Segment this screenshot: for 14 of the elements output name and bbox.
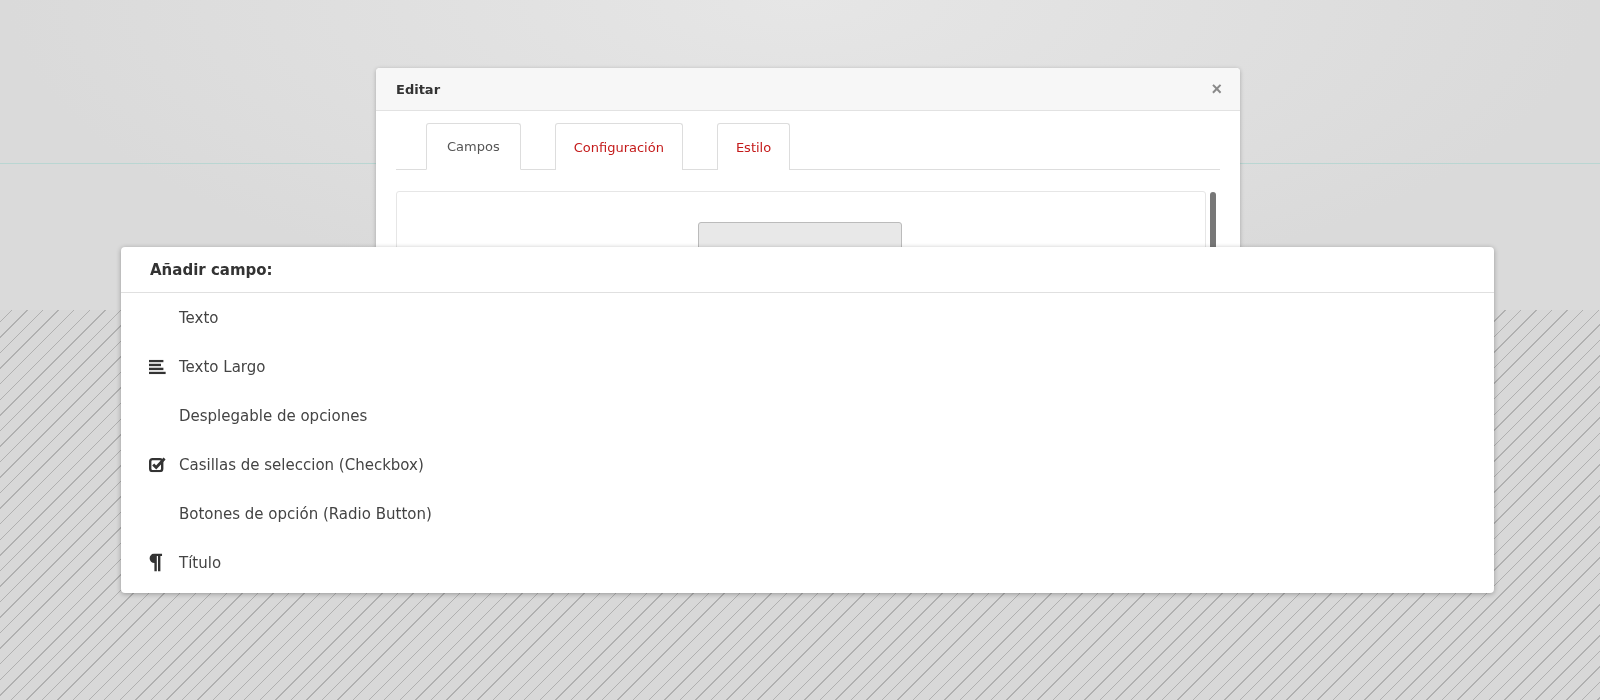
pilcrow-icon (149, 553, 163, 572)
menu-item[interactable]: Desplegable de opciones (121, 391, 1494, 440)
menu-item[interactable]: Título (121, 538, 1494, 587)
menu-item[interactable]: Texto (121, 293, 1494, 342)
menu-item[interactable]: Botones de opción (Radio Button) (121, 489, 1494, 538)
dialog-title: Editar (396, 81, 441, 97)
checkbox-icon (149, 456, 166, 473)
lines-icon (149, 359, 166, 374)
tab[interactable]: Estilo (716, 123, 791, 170)
tab[interactable]: Campos (426, 123, 521, 170)
menu-title: Añadir campo: (150, 260, 273, 279)
tab[interactable]: Configuración (554, 123, 683, 170)
menu-item[interactable]: Casillas de seleccion (Checkbox) (121, 440, 1494, 489)
menu-item[interactable]: Texto Largo (121, 342, 1494, 391)
